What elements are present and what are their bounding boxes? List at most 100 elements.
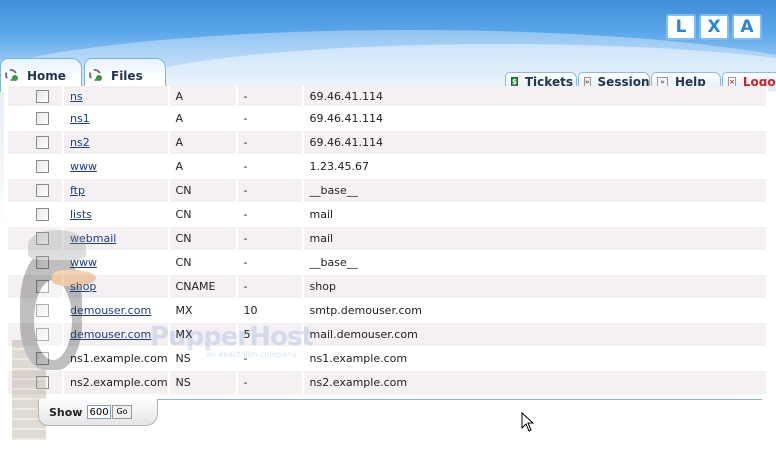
record-name-link[interactable]: ns [70, 90, 83, 103]
table-row: webmail CN - mail [8, 227, 768, 251]
row-select-cell [8, 275, 64, 299]
row-checkbox[interactable] [36, 304, 49, 318]
row-checkbox[interactable] [36, 256, 49, 270]
record-value-cell: __base__ [303, 179, 768, 203]
table-row: ns A -69.46.41.114 [8, 86, 768, 107]
record-value-cell: ns2.example.com [303, 371, 768, 395]
row-checkbox[interactable] [36, 232, 49, 246]
row-select-cell [8, 251, 64, 275]
row-select-cell [8, 299, 64, 323]
record-name-cell: ns1.example.com [64, 347, 170, 371]
record-priority-cell: - [237, 371, 304, 395]
row-checkbox[interactable] [36, 112, 49, 126]
record-name-cell: ns2 [64, 131, 170, 155]
logo-letter: A [732, 14, 762, 40]
record-priority-cell: - [237, 251, 304, 275]
table-row: ftp CN - __base__ [8, 179, 768, 203]
record-name-link[interactable]: www [70, 256, 97, 269]
record-value-cell: mail [303, 203, 768, 227]
record-name-cell: demouser.com [64, 299, 170, 323]
record-priority-cell: - [237, 347, 304, 371]
record-name-cell: ns1 [64, 107, 170, 131]
footer-divider [152, 399, 762, 400]
table-row: ns2.example.com NS - ns2.example.com [8, 371, 768, 395]
row-checkbox[interactable] [36, 280, 49, 294]
record-name: ns2.example.com [70, 376, 168, 389]
show-count-input[interactable] [87, 405, 112, 419]
table-row: ns2 A -69.46.41.114 [8, 131, 768, 155]
record-name-link[interactable]: ftp [70, 184, 85, 197]
table-row: ns1 A -69.46.41.114 [8, 107, 768, 131]
row-checkbox[interactable] [36, 89, 49, 103]
record-priority-cell: - [237, 227, 304, 251]
record-name-link[interactable]: demouser.com [70, 328, 151, 341]
table-row: demouser.com MX 10 smtp.demouser.com [8, 299, 768, 323]
record-value-cell: 69.46.41.114 [303, 107, 768, 131]
record-value-cell: 1.23.45.67 [303, 155, 768, 179]
record-value-cell: smtp.demouser.com [303, 299, 768, 323]
record-name-link[interactable]: ns1 [70, 112, 90, 125]
record-priority-cell: - [237, 275, 304, 299]
record-priority-cell: - [237, 86, 304, 107]
record-name-link[interactable]: webmail [70, 232, 116, 245]
mouse-cursor-icon [521, 412, 535, 432]
row-select-cell [8, 347, 64, 371]
go-button[interactable]: Go [112, 405, 132, 419]
record-name-cell: www [64, 155, 170, 179]
record-priority-cell: - [237, 131, 304, 155]
record-priority-cell: - [237, 155, 304, 179]
row-select-cell [8, 131, 64, 155]
show-label: Show [49, 405, 83, 419]
record-value-cell: shop [303, 275, 768, 299]
row-select-cell [8, 227, 64, 251]
record-type-cell: CNAME [169, 275, 238, 299]
record-name-link[interactable]: demouser.com [70, 304, 151, 317]
table-row: lists CN - mail [8, 203, 768, 227]
record-priority-cell: 10 [237, 299, 304, 323]
record-type-cell: NS [169, 371, 238, 395]
record-name-link[interactable]: lists [70, 208, 92, 221]
row-checkbox[interactable] [36, 208, 49, 222]
record-name: ns1.example.com [70, 352, 168, 365]
record-type-cell: A [169, 86, 238, 107]
record-name-cell: ns [64, 86, 170, 107]
record-priority-cell: - [237, 107, 304, 131]
record-name-link[interactable]: shop [70, 280, 96, 293]
record-name-cell: lists [64, 203, 170, 227]
record-name-cell: ns2.example.com [64, 371, 170, 395]
row-checkbox[interactable] [36, 160, 49, 174]
row-select-cell [8, 107, 64, 131]
dns-records-table: ns A -69.46.41.114 ns1 A -69.46.41.114 ns2 A -69… [8, 86, 768, 395]
record-type-cell: A [169, 107, 238, 131]
row-checkbox[interactable] [36, 352, 49, 366]
row-select-cell [8, 155, 64, 179]
row-checkbox[interactable] [36, 376, 49, 390]
record-value-cell: 69.46.41.114 [303, 86, 768, 107]
record-name-cell: webmail [64, 227, 170, 251]
record-value-cell: 69.46.41.114 [303, 131, 768, 155]
record-value-cell: __base__ [303, 251, 768, 275]
record-type-cell: A [169, 155, 238, 179]
lxa-logo: L X A [666, 14, 762, 40]
logo-letter: L [666, 14, 696, 40]
record-name-link[interactable]: ns2 [70, 136, 90, 149]
row-checkbox[interactable] [36, 184, 49, 198]
record-type-cell: CN [169, 251, 238, 275]
record-type-cell: CN [169, 227, 238, 251]
record-type-cell: CN [169, 179, 238, 203]
record-name-cell: demouser.com [64, 323, 170, 347]
record-value-cell: mail [303, 227, 768, 251]
tab-files-label: Files [111, 69, 143, 83]
gear-icon [89, 69, 103, 83]
row-checkbox[interactable] [36, 328, 49, 342]
scroll-gutter [0, 92, 4, 232]
row-select-cell [8, 323, 64, 347]
record-type-cell: CN [169, 203, 238, 227]
row-select-cell [8, 179, 64, 203]
row-checkbox[interactable] [36, 136, 49, 150]
record-name-link[interactable]: www [70, 160, 97, 173]
table-row: demouser.com MX 5 mail.demouser.com [8, 323, 768, 347]
table-row: www A -1.23.45.67 [8, 155, 768, 179]
record-priority-cell: 5 [237, 323, 304, 347]
pagination-control: Show Go [38, 399, 158, 426]
